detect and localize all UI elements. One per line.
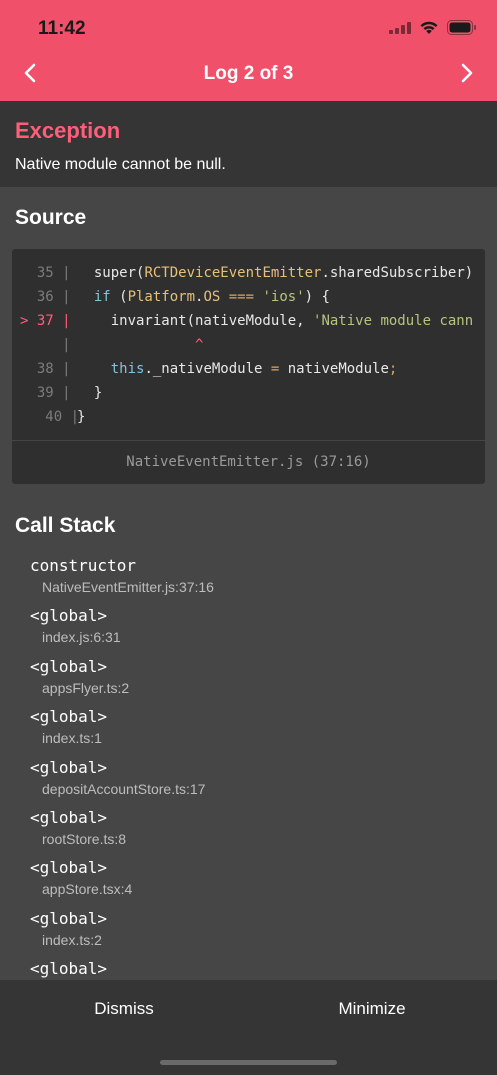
frame-location: index.ts:1 xyxy=(42,730,102,746)
frame-function: <global> xyxy=(30,606,108,625)
footer-bar: Dismiss Minimize xyxy=(0,980,497,1075)
code-line: 40 |} xyxy=(45,409,86,425)
call-stack-heading: Call Stack xyxy=(15,514,116,537)
minimize-button[interactable]: Minimize xyxy=(248,980,496,1038)
frame-location: index.js:6:31 xyxy=(42,629,121,645)
log-box-screen: 11:42 Log 2 of 3 Exception Native module… xyxy=(0,0,497,1075)
frame-function: <global> xyxy=(30,758,108,777)
code-line: 39 | } xyxy=(36,385,103,401)
frame-location: index.ts:2 xyxy=(42,932,102,948)
stack-frame[interactable]: <global> xyxy=(30,955,480,980)
frame-function: <global> xyxy=(30,707,108,726)
code-line: 38 | this._nativeModule = nativeModule; xyxy=(36,361,398,377)
exception-title: Exception xyxy=(15,118,121,143)
stack-frame[interactable]: <global> appStore.tsx:4 xyxy=(30,854,480,904)
source-heading: Source xyxy=(15,206,87,229)
code-lines: 35 | super(RCTDeviceEventEmitter.sharedS… xyxy=(12,261,473,441)
home-indicator xyxy=(160,1060,337,1065)
frame-function: <global> xyxy=(30,909,108,928)
frame-location: appsFlyer.ts:2 xyxy=(42,680,130,696)
frame-location: appStore.tsx:4 xyxy=(42,881,133,897)
signal-icon xyxy=(389,21,411,39)
battery-icon xyxy=(447,20,477,40)
stack-frame[interactable]: <global> index.ts:1 xyxy=(30,703,480,753)
chevron-right-icon xyxy=(460,63,474,88)
next-log-button[interactable] xyxy=(449,58,485,92)
stack-frame[interactable]: <global> index.ts:2 xyxy=(30,905,480,955)
code-frame[interactable]: 35 | super(RCTDeviceEventEmitter.sharedS… xyxy=(12,249,485,484)
code-error-caret: | ^ xyxy=(62,337,204,353)
log-counter-title: Log 2 of 3 xyxy=(203,63,294,84)
call-stack-list: constructor NativeEventEmitter.js:37:16 … xyxy=(0,552,497,980)
status-bar: 11:42 xyxy=(0,0,497,50)
code-line: 35 | super(RCTDeviceEventEmitter.sharedS… xyxy=(36,265,473,281)
code-line-error: > 37 | invariant(nativeModule, 'Native m… xyxy=(19,313,473,329)
code-divider xyxy=(12,440,485,441)
frame-function: constructor xyxy=(30,556,136,575)
header: 11:42 Log 2 of 3 xyxy=(0,0,497,101)
stack-frame[interactable]: constructor NativeEventEmitter.js:37:16 xyxy=(30,552,480,602)
nav-bar: Log 2 of 3 xyxy=(0,52,497,98)
exception-message: Native module cannot be null. xyxy=(15,156,226,173)
code-file-reference[interactable]: NativeEventEmitter.js (37:16) xyxy=(12,454,485,470)
code-line: 36 | if (Platform.OS === 'ios') { xyxy=(36,289,330,305)
wifi-icon xyxy=(419,20,439,40)
stack-frame[interactable]: <global> depositAccountStore.ts:17 xyxy=(30,754,480,804)
frame-location: depositAccountStore.ts:17 xyxy=(42,781,206,797)
frame-function: <global> xyxy=(30,808,108,827)
frame-location: rootStore.ts:8 xyxy=(42,831,127,847)
exception-panel: Exception Native module cannot be null. xyxy=(0,101,497,187)
frame-function: <global> xyxy=(30,959,108,978)
status-time: 11:42 xyxy=(38,18,86,39)
frame-function: <global> xyxy=(30,858,108,877)
stack-frame[interactable]: <global> appsFlyer.ts:2 xyxy=(30,653,480,703)
stack-frame[interactable]: <global> rootStore.ts:8 xyxy=(30,804,480,854)
frame-function: <global> xyxy=(30,657,108,676)
status-icons xyxy=(389,20,477,40)
dismiss-button[interactable]: Dismiss xyxy=(0,980,248,1038)
stack-frame[interactable]: <global> index.js:6:31 xyxy=(30,602,480,652)
frame-location: NativeEventEmitter.js:37:16 xyxy=(42,579,214,595)
